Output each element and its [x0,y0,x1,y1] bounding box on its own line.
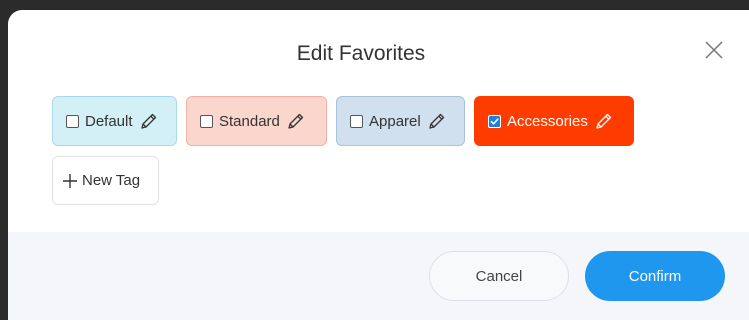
tag-default-checkbox[interactable] [66,114,79,128]
edit-favorites-dialog: Edit Favorites Default Standard Apparel [8,10,749,320]
cancel-button[interactable]: Cancel [429,251,569,301]
tag-default-label: Default [85,112,133,130]
close-button[interactable] [702,38,726,62]
tag-default[interactable]: Default [52,96,177,146]
tag-apparel-checkbox[interactable] [350,114,363,128]
new-tag-button[interactable]: New Tag [52,156,159,205]
close-icon [705,41,723,59]
dialog-title: Edit Favorites [296,42,426,65]
new-tag-label: New Tag [82,172,141,189]
tag-apparel[interactable]: Apparel [336,96,465,146]
pencil-icon[interactable] [139,111,159,131]
confirm-button[interactable]: Confirm [585,251,725,301]
pencil-icon[interactable] [427,111,447,131]
tag-accessories-checkbox[interactable] [488,114,501,128]
tag-standard[interactable]: Standard [186,96,327,146]
tag-accessories[interactable]: Accessories [474,96,634,146]
pencil-icon[interactable] [286,111,306,131]
checkmark-icon [489,115,500,127]
pencil-icon[interactable] [594,111,614,131]
tag-accessories-label: Accessories [507,112,588,130]
tag-apparel-label: Apparel [369,112,421,130]
tag-standard-label: Standard [219,112,280,130]
plus-icon [63,173,77,188]
tag-standard-checkbox[interactable] [200,114,213,128]
